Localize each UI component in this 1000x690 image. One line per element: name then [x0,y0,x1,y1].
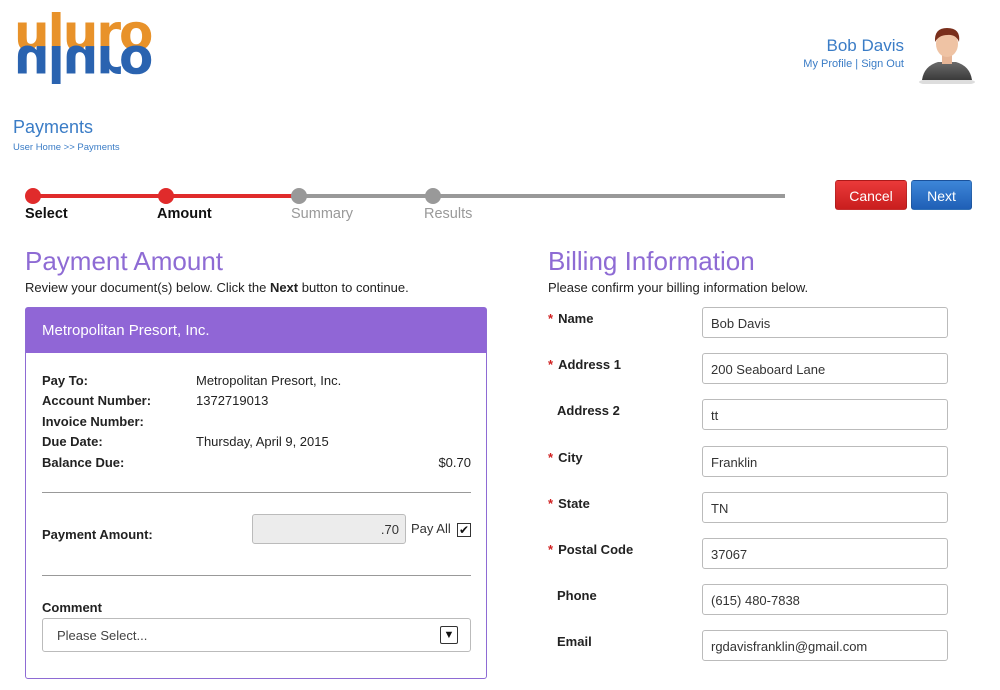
state-label: * State [548,496,590,511]
next-button[interactable]: Next [911,180,972,210]
account-label: Account Number: [42,393,152,408]
step-label-amount: Amount [157,206,212,222]
address1-label: * Address 1 [548,357,621,372]
email-input[interactable]: rgdavisfranklin@gmail.com [702,630,948,661]
required-marker: * [548,542,554,557]
payment-amount-title: Payment Amount [25,246,223,276]
instruction-post: button to continue. [298,280,409,295]
invoice-label: Invoice Number: [42,414,144,429]
phone-label: Phone [557,588,597,603]
step-label-results: Results [424,206,473,222]
step-dot-results [425,188,441,204]
payment-card: Metropolitan Presort, Inc. Pay To: Metro… [25,307,487,679]
logo-reflection: uluro [14,34,152,92]
checkmark-icon: ✔ [458,523,470,537]
my-profile-link[interactable]: My Profile [803,58,852,70]
chevron-down-icon[interactable]: ▼ [440,626,458,644]
instruction-pre: Review your document(s) below. Click the [25,280,270,295]
breadcrumb[interactable]: User Home >> Payments [13,142,120,153]
instruction-next-word: Next [269,280,299,295]
name-input[interactable]: Bob Davis [702,307,948,338]
sign-out-link[interactable]: Sign Out [861,58,904,70]
step-dot-amount [158,188,174,204]
email-label: Email [557,634,592,649]
step-dot-select [25,188,41,204]
pay-to-value: Metropolitan Presort, Inc. [196,373,342,388]
address1-input[interactable]: 200 Seaboard Lane [702,353,948,384]
city-label: * City [548,450,583,465]
balance-label: Balance Due: [42,455,125,470]
comment-select[interactable]: Please Select... ▼ [42,618,471,652]
postal-code-input[interactable]: 37067 [702,538,948,569]
step-dot-summary [291,188,307,204]
step-label-summary: Summary [291,206,354,222]
user-block: Bob Davis My Profile | Sign Out [803,36,904,70]
postal-code-label: * Postal Code [548,542,634,557]
required-marker: * [548,496,554,511]
due-date-label: Due Date: [42,434,103,449]
avatar[interactable] [916,22,978,84]
due-date-value: Thursday, April 9, 2015 [196,434,329,449]
card-divider [42,575,471,576]
city-input[interactable]: Franklin [702,446,948,477]
page-title: Payments [13,117,94,137]
phone-input[interactable]: (615) 480-7838 [702,584,948,615]
step-label-select: Select [25,206,68,222]
state-input[interactable]: TN [702,492,948,523]
required-marker: * [548,450,554,465]
payment-instruction: Review your document(s) below. Click the… [25,280,409,295]
pay-all-checkbox[interactable]: ✔ [457,523,471,537]
address2-label: Address 2 [557,403,620,418]
name-label: * Name [548,311,594,326]
address2-input[interactable]: tt [702,399,948,430]
balance-value: $0.70 [438,455,471,470]
pay-to-label: Pay To: [42,373,88,388]
link-separator: | [852,58,862,70]
stepper-track-pending [295,194,785,198]
required-marker: * [548,357,554,372]
comment-selected-value: Please Select... [57,628,148,643]
uluro-logo: uluro uluro [14,8,153,92]
billing-instruction: Please confirm your billing information … [548,280,809,295]
card-header: Metropolitan Presort, Inc. [26,308,486,353]
comment-label: Comment [42,600,102,615]
billing-title: Billing Information [548,246,755,276]
required-marker: * [548,311,554,326]
progress-stepper: Select Amount Summary Results [25,186,785,226]
pay-all-label: Pay All [411,521,451,536]
payment-amount-input[interactable]: .70 [252,514,406,544]
account-value: 1372719013 [196,393,269,408]
cancel-button[interactable]: Cancel [835,180,907,210]
card-divider [42,492,471,493]
user-name: Bob Davis [826,36,904,55]
payment-amount-label: Payment Amount: [42,527,153,542]
user-links: My Profile | Sign Out [803,58,904,70]
